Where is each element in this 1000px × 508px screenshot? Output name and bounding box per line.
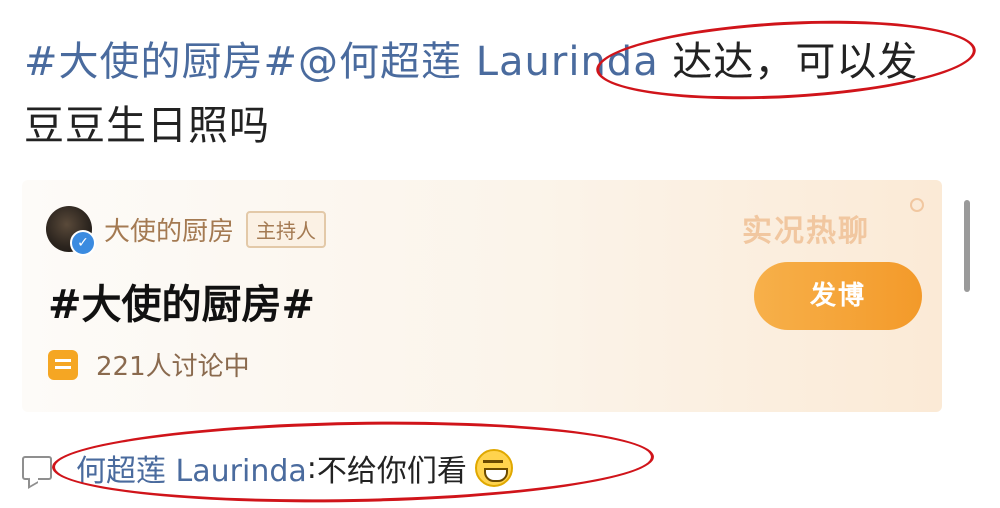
host-avatar[interactable]: ✓ [46,206,96,256]
discussion-count-row: 221人讨论中 [48,346,250,383]
chat-bubble-icon [48,349,78,380]
host-name[interactable]: 大使的厨房 [104,211,234,248]
live-chat-label: 实况热聊 [742,214,870,249]
live-dot-icon [910,198,924,212]
host-badge: 主持人 [246,210,327,248]
host-row[interactable]: ✓ 大使的厨房 主持人 [46,204,327,256]
topic-link[interactable]: #大使的厨房# [24,39,298,85]
post-message-line2: 豆豆生日照吗 [24,103,270,149]
verified-icon: ✓ [70,230,96,256]
scrollbar[interactable] [964,200,970,292]
discussion-count: 221人讨论中 [96,352,250,382]
post-button[interactable]: 发博 [754,262,922,330]
card-topic-title[interactable]: #大使的厨房# [48,272,315,330]
topic-card[interactable]: ✓ 大使的厨房 主持人 #大使的厨房# 221人讨论中 实况热聊 发博 [22,180,942,412]
annotation-oval-bottom [51,416,655,508]
comment-icon [22,456,52,480]
